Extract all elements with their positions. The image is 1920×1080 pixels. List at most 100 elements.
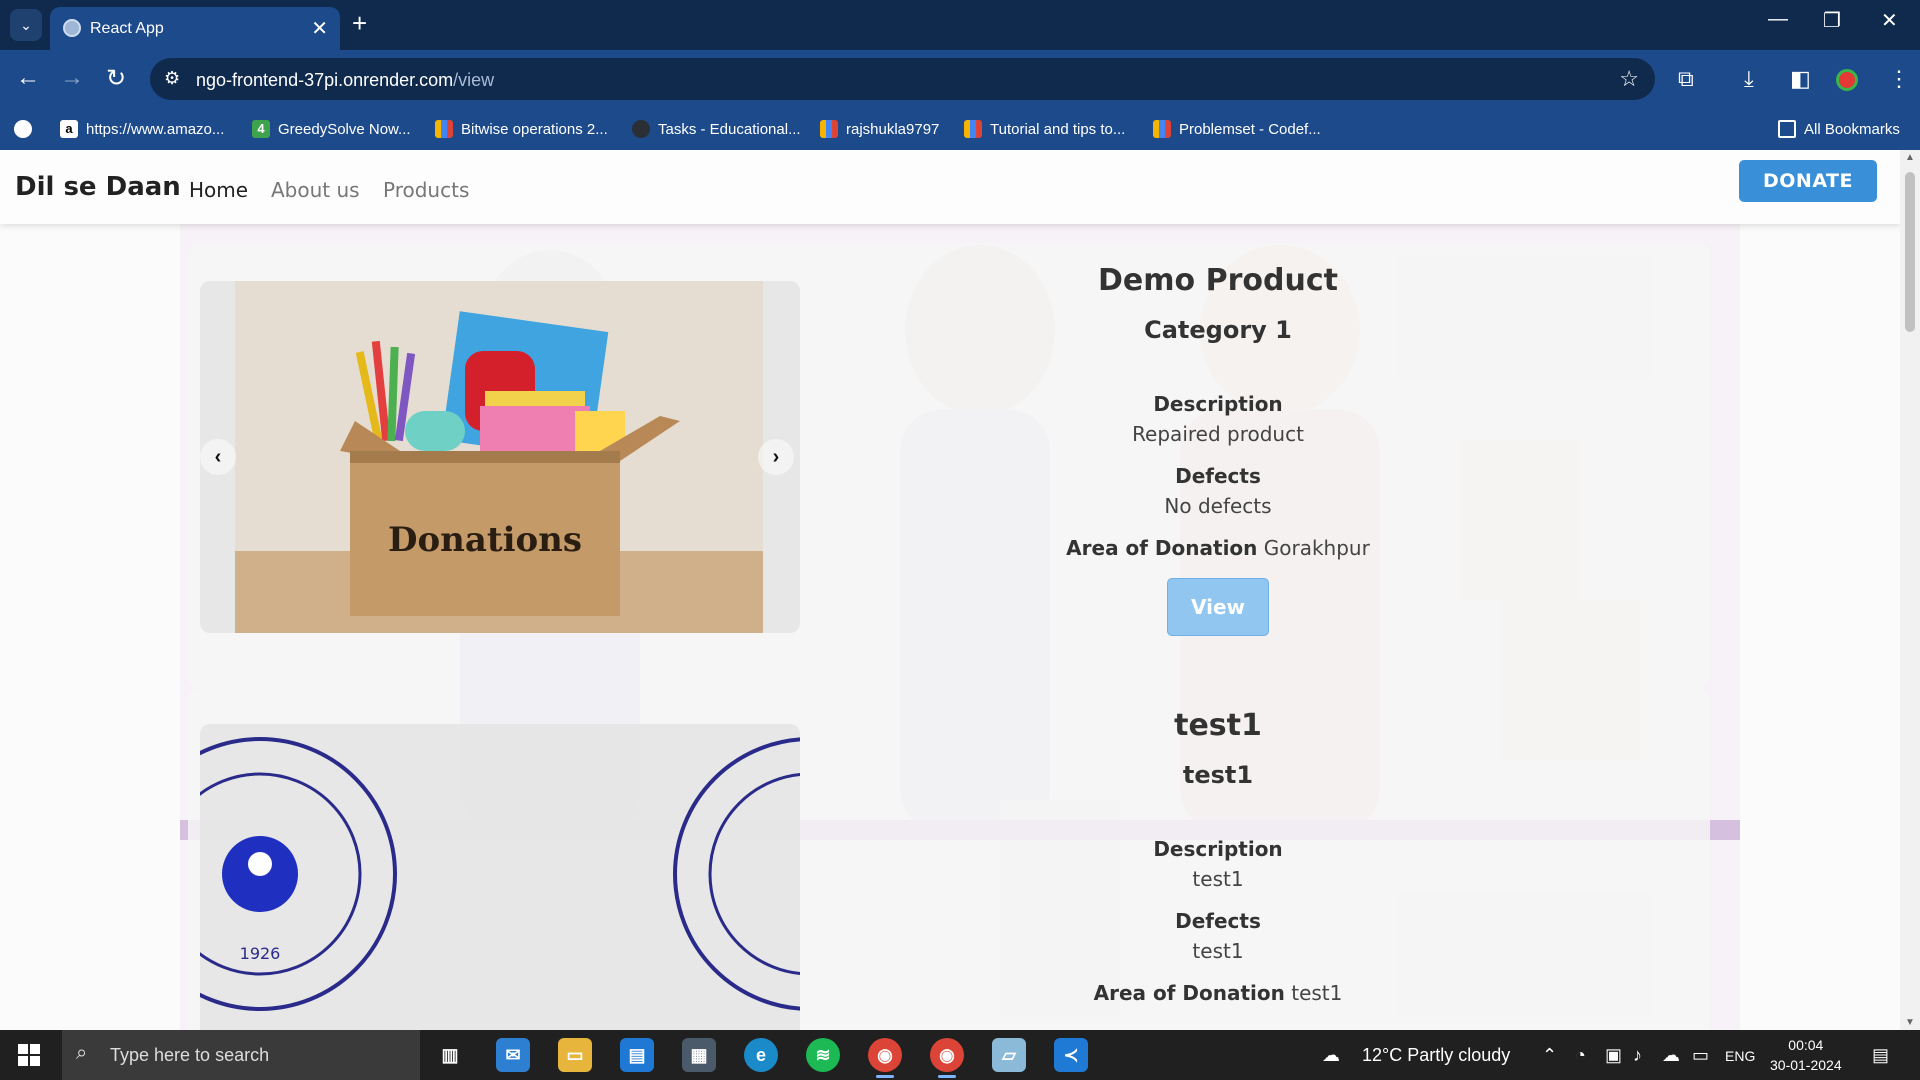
- system-clock[interactable]: 00:04 30-01-2024: [1770, 1035, 1842, 1075]
- weather-text[interactable]: 12°C Partly cloudy: [1362, 1045, 1510, 1066]
- description-value: test1: [1192, 867, 1244, 891]
- edge-icon[interactable]: e: [744, 1038, 778, 1072]
- extensions-icon[interactable]: ⧉: [1678, 66, 1694, 92]
- bar-chart-icon: [820, 120, 838, 138]
- bookmark-bitwise[interactable]: Bitwise operations 2...: [435, 117, 608, 141]
- notepad-icon[interactable]: ▱: [992, 1038, 1026, 1072]
- bookmark-chrome[interactable]: [14, 117, 40, 141]
- browser-tab[interactable]: React App ✕: [50, 7, 340, 50]
- back-icon[interactable]: ←: [16, 64, 40, 92]
- chrome-icon[interactable]: ◉: [930, 1038, 964, 1078]
- profile-avatar[interactable]: [1836, 69, 1858, 91]
- site-info-icon[interactable]: ⚙: [164, 68, 180, 89]
- area-of-donation: Area of Donation test1: [1008, 981, 1428, 1005]
- url-text: ngo-frontend-37pi.onrender.com/view: [196, 70, 494, 91]
- bookmark-label: Tutorial and tips to...: [990, 120, 1126, 138]
- view-button[interactable]: View: [1167, 578, 1269, 636]
- windows-start-icon[interactable]: [18, 1044, 40, 1066]
- download-icon[interactable]: ⤓: [1744, 66, 1754, 92]
- institute-logo-image: 1926: [200, 737, 800, 1011]
- carousel-prev-icon[interactable]: ‹: [200, 439, 236, 475]
- url-path: /view: [453, 70, 495, 90]
- defects-value: No defects: [1164, 494, 1272, 518]
- donate-button[interactable]: DONATE: [1739, 160, 1877, 202]
- product-name: test1: [1174, 708, 1262, 743]
- meet-icon[interactable]: ▣: [1605, 1045, 1622, 1066]
- close-window-icon[interactable]: ✕: [1881, 8, 1898, 33]
- nav-products[interactable]: Products: [383, 178, 469, 202]
- donations-box-label: Donations: [388, 520, 582, 560]
- tab-search-button[interactable]: ⌄: [10, 9, 42, 41]
- scroll-up-icon[interactable]: ▲: [1905, 152, 1915, 163]
- browser-toolbar: ← → ↻ ⚙ ngo-frontend-37pi.onrender.com/v…: [0, 50, 1920, 108]
- defects-label: Defects: [1175, 909, 1261, 933]
- bookmark-amazon[interactable]: a https://www.amazo...: [60, 117, 224, 141]
- file-explorer-icon[interactable]: ▭: [558, 1038, 592, 1072]
- area-value: Gorakhpur: [1263, 536, 1370, 560]
- defects-value: test1: [1192, 939, 1244, 963]
- onedrive-icon[interactable]: ☁: [1662, 1045, 1680, 1066]
- scroll-down-icon[interactable]: ▼: [1905, 1017, 1915, 1028]
- area-of-donation: Area of Donation Gorakhpur: [1008, 536, 1428, 560]
- scrollbar-thumb[interactable]: [1905, 172, 1915, 332]
- taskbar-search[interactable]: ⌕ Type here to search: [62, 1030, 420, 1080]
- calculator-icon[interactable]: ▦: [682, 1038, 716, 1072]
- windows-taskbar: ⌕ Type here to search ▥ ✉ ▭ ▤ ▦ e ≋ ◉ ◉ …: [0, 1030, 1920, 1080]
- donation-box-image: Donations: [235, 281, 763, 633]
- bookmark-greedysolve[interactable]: 4 GreedySolve Now...: [252, 117, 411, 141]
- weather-icon[interactable]: ☁: [1322, 1045, 1340, 1066]
- product-category: Category 1: [1144, 316, 1292, 344]
- product-info: test1 test1 Description test1 Defects te…: [1008, 708, 1428, 1005]
- volume-icon[interactable]: ♪: [1633, 1045, 1642, 1066]
- nav-home[interactable]: Home: [189, 178, 248, 202]
- bookmark-problemset[interactable]: Problemset - Codef...: [1153, 117, 1321, 141]
- description-value: Repaired product: [1132, 422, 1304, 446]
- github-icon: [632, 120, 650, 138]
- description-label: Description: [1153, 392, 1283, 416]
- amazon-icon: a: [60, 120, 78, 138]
- product-image-carousel: Donations ‹ ›: [200, 281, 800, 633]
- forward-icon[interactable]: →: [60, 64, 84, 92]
- taskbar-search-placeholder: Type here to search: [110, 1045, 270, 1065]
- restore-icon[interactable]: ❐: [1823, 8, 1841, 33]
- product-category: test1: [1182, 761, 1254, 789]
- store-icon[interactable]: ▤: [620, 1038, 654, 1072]
- close-tab-icon[interactable]: ✕: [311, 16, 328, 41]
- language-indicator[interactable]: ENG: [1725, 1048, 1755, 1064]
- tab-title: React App: [90, 20, 164, 37]
- folder-icon: [1778, 120, 1796, 138]
- chevron-down-icon: ⌄: [20, 16, 32, 33]
- defects-label: Defects: [1175, 464, 1261, 488]
- vscode-icon[interactable]: ≺: [1054, 1038, 1088, 1072]
- notifications-icon[interactable]: ▤: [1872, 1045, 1889, 1066]
- bookmark-label: Tasks - Educational...: [658, 120, 801, 138]
- bookmark-star-icon[interactable]: ☆: [1619, 66, 1639, 92]
- minimize-icon[interactable]: —: [1768, 8, 1788, 31]
- battery-icon[interactable]: ▭: [1692, 1045, 1709, 1066]
- mail-icon[interactable]: ✉: [496, 1038, 530, 1072]
- side-panel-icon[interactable]: ◧: [1790, 66, 1811, 92]
- network-icon[interactable]: ◔: [1575, 1045, 1586, 1066]
- address-bar[interactable]: ⚙ ngo-frontend-37pi.onrender.com/view ☆: [150, 58, 1655, 100]
- bookmark-tutorial[interactable]: Tutorial and tips to...: [964, 117, 1125, 141]
- clock-time: 00:04: [1788, 1037, 1824, 1053]
- chevron-up-icon[interactable]: ⌃: [1542, 1045, 1557, 1066]
- url-host: ngo-frontend-37pi.onrender.com: [196, 70, 454, 90]
- nav-about-us[interactable]: About us: [271, 178, 360, 202]
- task-view-icon[interactable]: ▥: [433, 1038, 467, 1072]
- bookmark-tasks[interactable]: Tasks - Educational...: [632, 117, 801, 141]
- bookmark-rajshukla[interactable]: rajshukla9797: [820, 117, 939, 141]
- spotify-icon[interactable]: ≋: [806, 1038, 840, 1072]
- product-info: Demo Product Category 1 Description Repa…: [1008, 263, 1428, 636]
- menu-dots-icon[interactable]: ⋮: [1888, 66, 1910, 92]
- clock-date: 30-01-2024: [1770, 1057, 1842, 1073]
- brand-logo[interactable]: Dil se Daan: [15, 172, 181, 202]
- carousel-next-icon[interactable]: ›: [758, 439, 794, 475]
- reload-icon[interactable]: ↻: [106, 64, 126, 93]
- chrome-profile-icon[interactable]: ◉: [868, 1038, 902, 1078]
- all-bookmarks[interactable]: All Bookmarks: [1778, 117, 1900, 141]
- new-tab-button[interactable]: +: [352, 8, 367, 39]
- page-scrollbar[interactable]: ▲ ▼: [1900, 150, 1920, 1030]
- globe-icon: [63, 19, 81, 37]
- app-navbar: Dil se Daan Home About us Products DONAT…: [0, 150, 1900, 224]
